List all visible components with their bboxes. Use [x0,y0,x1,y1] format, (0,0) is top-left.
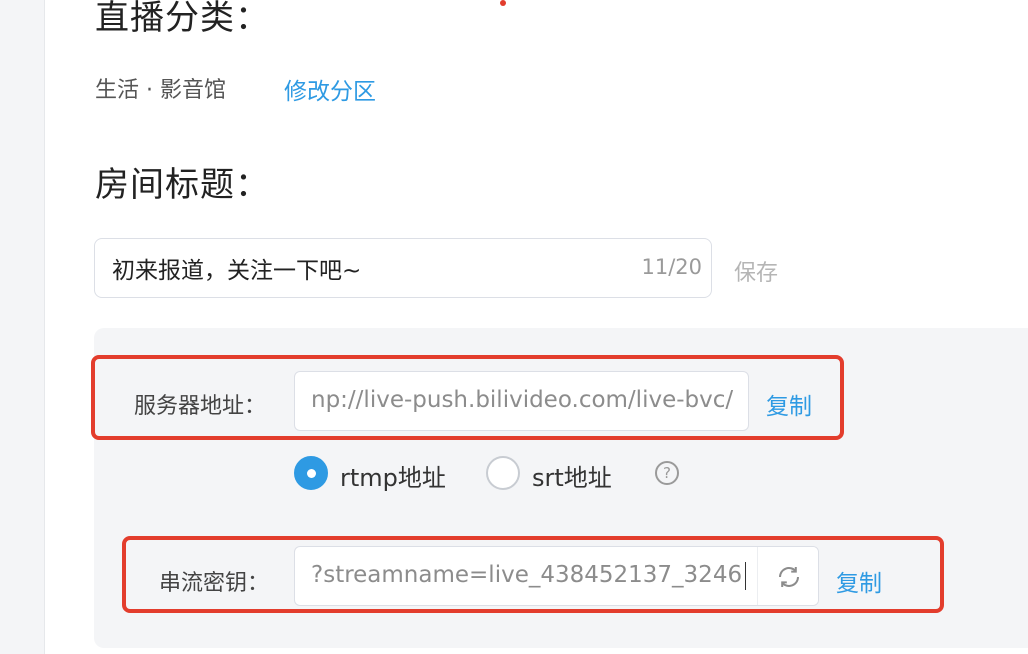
server-highlight-box [91,355,844,440]
save-title-button[interactable]: 保存 [734,255,778,287]
rtmp-radio[interactable] [294,456,328,490]
notification-dot [500,0,506,6]
stream-key-highlight-box [122,536,944,613]
room-title-input[interactable] [112,239,632,297]
rtmp-radio-label[interactable]: rtmp地址 [340,458,446,493]
room-title-field[interactable]: 11/20 [94,238,712,298]
left-sidebar-rail [0,0,45,654]
title-char-counter: 11/20 [641,255,702,279]
room-title-heading: 房间标题： [95,165,270,205]
question-circle-icon[interactable]: ? [655,461,679,485]
category-heading: 直播分类： [95,0,270,38]
srt-radio[interactable] [486,456,520,490]
srt-radio-label[interactable]: srt地址 [532,458,612,493]
change-category-link[interactable]: 修改分区 [284,72,376,106]
category-value: 生活 · 影音馆 [95,78,226,103]
